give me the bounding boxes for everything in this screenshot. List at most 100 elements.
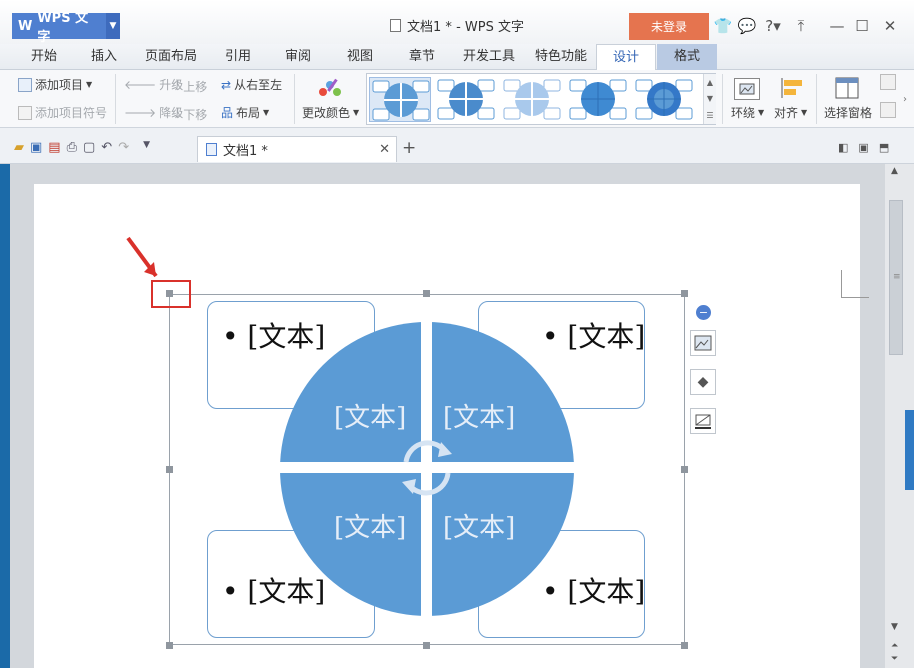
add-bullet-button[interactable]: 添加项目符号 — [18, 104, 107, 121]
resize-handle-top-right[interactable] — [681, 290, 688, 297]
tab-page-layout[interactable]: 页面布局 — [140, 44, 202, 70]
pane-window-icon — [835, 77, 859, 99]
move-down-button[interactable]: 🡓 下移 — [174, 104, 207, 125]
maximize-icon[interactable]: ☐ — [852, 16, 872, 36]
chevron-down-icon: ▼ — [263, 108, 270, 117]
margin-corner-mark — [841, 270, 869, 298]
layout-button[interactable]: 品 布局 ▼ — [221, 104, 269, 121]
quadrant-text-top-right[interactable]: [文本] — [443, 397, 515, 434]
upload-icon[interactable]: ⤒ — [791, 16, 811, 36]
resize-handle-right[interactable] — [681, 466, 688, 473]
group-icon[interactable] — [880, 74, 896, 90]
arrow-left-icon: 🡐 — [124, 78, 157, 92]
move-up-button[interactable]: 🡑 上移 — [174, 76, 207, 97]
smartart-style-gallery: ▲ ▼ ☰ — [366, 73, 716, 125]
next-page-icon[interactable]: ⏷ — [891, 654, 898, 664]
tab-developer[interactable]: 开发工具 — [458, 44, 520, 70]
add-bullet-icon — [18, 105, 32, 120]
wrap-icon[interactable] — [734, 78, 760, 100]
move-down-label: 下移 — [183, 108, 208, 122]
add-item-button[interactable]: 添加项目 ▼ — [18, 76, 92, 93]
align-icon[interactable] — [780, 76, 806, 100]
quadrant-text-bottom-left[interactable]: [文本] — [334, 507, 406, 544]
tab-view[interactable]: 视图 — [338, 44, 382, 70]
close-tab-icon[interactable]: ✕ — [379, 142, 390, 157]
login-button[interactable]: 未登录 — [629, 13, 709, 40]
scroll-down-icon[interactable]: ▼ — [707, 94, 713, 103]
resize-handle-bottom[interactable] — [423, 642, 430, 649]
customize-dropdown-icon[interactable]: ▼ — [143, 140, 150, 155]
new-tab-icon[interactable]: + — [402, 138, 416, 158]
ungroup-icon[interactable] — [880, 102, 896, 118]
quadrant-text-bottom-right[interactable]: [文本] — [443, 507, 515, 544]
tab-references[interactable]: 引用 — [216, 44, 260, 70]
selection-pane-button[interactable]: 选择窗格 — [824, 104, 872, 121]
style-item-3[interactable] — [501, 77, 563, 122]
tab-review[interactable]: 审阅 — [276, 44, 320, 70]
print-preview-icon[interactable]: ▢ — [83, 140, 95, 155]
chevron-down-icon: ▼ — [353, 108, 360, 117]
resize-handle-top[interactable] — [423, 290, 430, 297]
tab-insert[interactable]: 插入 — [82, 44, 126, 70]
minimize-doc-icon[interactable]: ⬒ — [879, 141, 889, 154]
style-item-4[interactable] — [567, 77, 629, 122]
quick-access-icons: ▰ ▣ ▤ ⎙ ▢ ↶ ↷ ▼ — [14, 140, 150, 155]
scroll-down-icon[interactable]: ▼ — [891, 622, 898, 632]
resize-handle-left[interactable] — [166, 466, 173, 473]
gallery-scroll[interactable]: ▲ ▼ ☰ — [703, 74, 716, 124]
change-color-icon[interactable] — [316, 76, 344, 100]
ribbon-separator — [816, 74, 817, 124]
tab-design[interactable]: 设计 — [596, 44, 656, 71]
export-pdf-icon[interactable]: ▤ — [48, 140, 60, 155]
quadrant-text-top-left[interactable]: [文本] — [334, 397, 406, 434]
style-item-2[interactable] — [435, 77, 497, 122]
right-to-left-button[interactable]: ⇄ 从右至左 — [221, 76, 282, 93]
doc-list-icon[interactable]: ◧ — [838, 141, 848, 154]
tab-home[interactable]: 开始 — [22, 44, 66, 70]
text-top-left[interactable]: • [文本] — [222, 315, 325, 355]
tab-section[interactable]: 章节 — [400, 44, 444, 70]
outline-button[interactable] — [690, 408, 716, 434]
wrap-button[interactable]: 环绕 ▼ — [731, 104, 764, 121]
tab-format[interactable]: 格式 — [657, 44, 717, 70]
text-bottom-right[interactable]: • [文本] — [542, 570, 645, 610]
document-icon — [206, 143, 217, 156]
text-top-right[interactable]: • [文本] — [542, 315, 645, 355]
text-bottom-left[interactable]: • [文本] — [222, 570, 325, 610]
bullet: • — [542, 320, 559, 353]
save-icon[interactable]: ▣ — [30, 140, 42, 155]
align-button[interactable]: 对齐 ▼ — [774, 104, 807, 121]
paint-bucket-icon: ◆ — [697, 374, 709, 390]
layout-label: 布局 — [236, 106, 261, 120]
collapse-icon[interactable]: − — [696, 305, 711, 320]
change-color-button[interactable]: 更改颜色 ▼ — [302, 104, 359, 121]
undo-icon[interactable]: ↶ — [101, 140, 112, 155]
ribbon-more-icon[interactable]: › — [903, 94, 907, 105]
scroll-up-icon[interactable]: ▲ — [707, 78, 713, 87]
style-item-5[interactable] — [633, 77, 695, 122]
resize-handle-bottom-right[interactable] — [681, 642, 688, 649]
gallery-expand-icon[interactable]: ☰ — [706, 111, 713, 120]
open-folder-icon[interactable]: ▰ — [14, 140, 24, 155]
doc-switch-icon[interactable]: ▣ — [858, 141, 868, 154]
layout-options-button[interactable] — [690, 330, 716, 356]
redo-icon[interactable]: ↷ — [118, 140, 129, 155]
help-icon[interactable]: ?▾ — [760, 16, 786, 36]
selection-pane-icon[interactable] — [834, 76, 860, 100]
prev-page-icon[interactable]: ⏶ — [891, 641, 898, 651]
scroll-up-icon[interactable]: ▲ — [891, 166, 898, 176]
fill-button[interactable]: ◆ — [690, 369, 716, 395]
style-item-1[interactable] — [369, 77, 431, 122]
side-panel-tab[interactable] — [905, 410, 914, 490]
wrap-label: 环绕 — [731, 106, 756, 120]
close-icon[interactable]: ✕ — [880, 16, 900, 36]
arrow-down-icon: 🡓 — [174, 106, 181, 120]
tab-special[interactable]: 特色功能 — [530, 44, 592, 70]
document-tab[interactable]: 文档1 * ✕ — [197, 136, 397, 162]
chat-icon[interactable]: 💬 — [737, 16, 757, 36]
minimize-icon[interactable]: — — [827, 16, 847, 36]
skin-icon[interactable]: 👕 — [713, 16, 733, 36]
right-to-left-label: 从右至左 — [234, 78, 283, 92]
print-icon[interactable]: ⎙ — [67, 140, 77, 155]
resize-handle-bottom-left[interactable] — [166, 642, 173, 649]
